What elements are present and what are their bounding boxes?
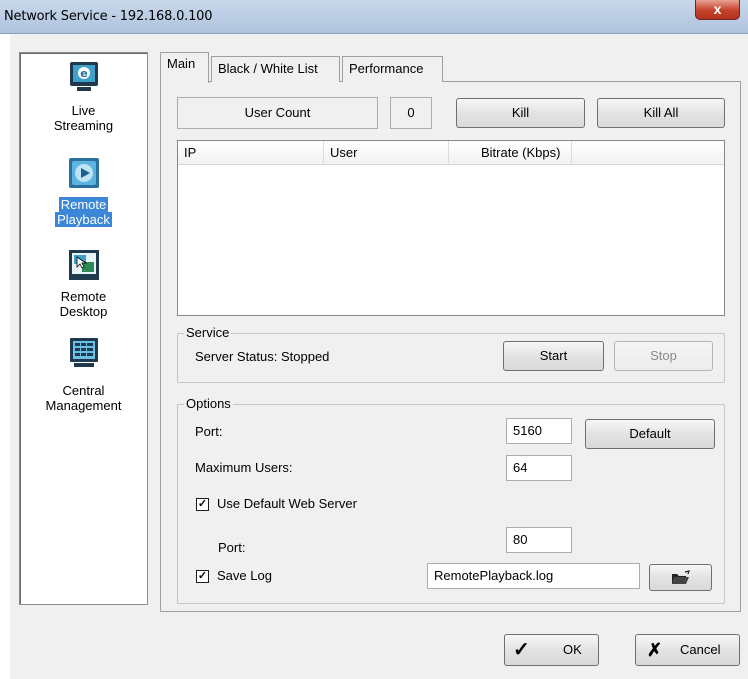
save-log-checkbox[interactable]: ✓ — [196, 570, 209, 583]
server-status-text: Server Status: Stopped — [195, 349, 330, 364]
sidebar-item-label: Playback — [55, 212, 112, 227]
service-sidebar: e Live Streaming Remote Playback Remote … — [19, 52, 148, 605]
title-bar: Network Service - 192.168.0.100 x — [0, 0, 748, 34]
kill-button[interactable]: Kill — [456, 98, 585, 128]
sidebar-item-remote-playback[interactable]: Remote Playback — [20, 157, 147, 227]
x-mark-icon: ✗ — [647, 640, 663, 660]
save-log-label: Save Log — [217, 568, 272, 583]
options-group-title: Options — [184, 396, 233, 412]
column-header-bitrate[interactable]: Bitrate (Kbps) — [449, 141, 572, 165]
maximum-users-field[interactable]: 64 — [506, 455, 572, 481]
table-header: IP User Bitrate (Kbps) — [178, 141, 724, 165]
port-field[interactable]: 5160 — [506, 418, 572, 444]
cancel-button[interactable]: ✗ Cancel — [635, 634, 740, 666]
central-management-icon — [69, 338, 98, 367]
window-title: Network Service - 192.168.0.100 — [4, 9, 213, 24]
log-file-field[interactable]: RemotePlayback.log — [427, 563, 640, 589]
user-count-label: User Count — [177, 97, 378, 129]
window-left-frame — [0, 34, 10, 679]
tab-performance[interactable]: Performance — [342, 56, 443, 82]
sidebar-item-label: Remote — [60, 289, 107, 304]
sidebar-item-label: Management — [45, 398, 122, 413]
sidebar-item-label: Remote — [58, 197, 109, 212]
column-header-ip[interactable]: IP — [178, 141, 324, 165]
playback-icon — [68, 158, 99, 188]
port-label: Port: — [195, 424, 223, 439]
start-button[interactable]: Start — [503, 341, 604, 371]
user-count-value: 0 — [390, 97, 432, 129]
use-default-web-server-checkbox[interactable]: ✓ — [196, 498, 209, 511]
column-header-user[interactable]: User — [324, 141, 449, 165]
sidebar-item-central-management[interactable]: Central Management — [20, 337, 147, 413]
browse-log-button[interactable] — [649, 564, 712, 591]
web-server-port-field[interactable]: 80 — [506, 527, 572, 553]
use-default-web-server-label: Use Default Web Server — [217, 496, 357, 511]
default-button[interactable]: Default — [585, 419, 715, 449]
ok-button[interactable]: ✓ OK — [504, 634, 599, 666]
cancel-button-label: Cancel — [680, 642, 721, 657]
checkmark-icon: ✓ — [513, 639, 530, 661]
tab-black-white-list[interactable]: Black / White List — [211, 56, 340, 82]
monitor-icon: e — [69, 62, 98, 91]
close-icon: x — [713, 1, 722, 17]
stop-button[interactable]: Stop — [614, 341, 713, 371]
close-button[interactable]: x — [695, 0, 740, 20]
ok-button-label: OK — [563, 642, 582, 657]
sidebar-item-label: Desktop — [59, 304, 108, 319]
remote-desktop-icon — [68, 250, 99, 280]
sidebar-item-label: Live — [71, 103, 96, 118]
sidebar-item-label: Streaming — [53, 118, 114, 133]
web-server-port-label: Port: — [218, 540, 246, 555]
service-group-title: Service — [184, 325, 232, 341]
sidebar-item-label: Central — [62, 383, 105, 398]
sidebar-item-remote-desktop[interactable]: Remote Desktop — [20, 249, 147, 319]
sidebar-item-live-streaming[interactable]: e Live Streaming — [20, 61, 147, 133]
connections-table[interactable]: IP User Bitrate (Kbps) — [177, 140, 725, 316]
maximum-users-label: Maximum Users: — [195, 460, 293, 475]
tab-main[interactable]: Main — [160, 52, 209, 83]
svg-text:e: e — [80, 67, 87, 80]
kill-all-button[interactable]: Kill All — [597, 98, 725, 128]
folder-open-icon — [671, 569, 690, 584]
